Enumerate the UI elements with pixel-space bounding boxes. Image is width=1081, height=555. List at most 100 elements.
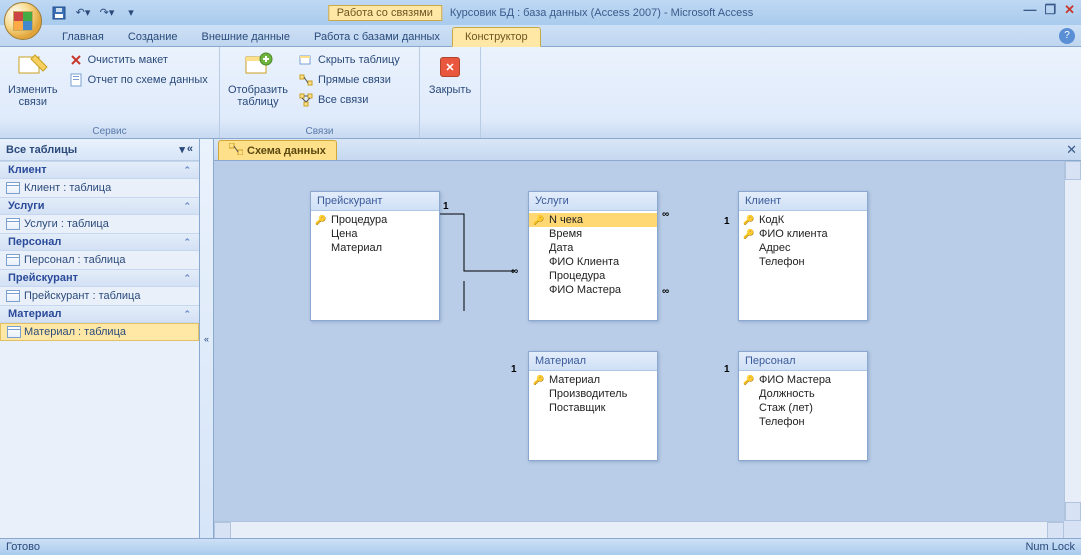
canvas-wrap: 1 ∞ ∞ 1 ∞ 1 1 Прейскурант🔑🔑ПроцедураЦена…: [214, 161, 1081, 538]
ribbon-group-tools: Изменить связи Очистить макет Отчет по с…: [0, 47, 220, 138]
table-field[interactable]: ФИО Клиента: [529, 255, 657, 269]
close-icon: ✕: [434, 51, 466, 83]
ribbon-group-rel-label: Связи: [224, 125, 415, 138]
horizontal-scrollbar[interactable]: [214, 521, 1064, 538]
help-button[interactable]: ?: [1059, 28, 1075, 44]
nav-group-header[interactable]: Персонал⌃: [0, 233, 199, 251]
key-icon: 🔑: [533, 375, 544, 386]
table-field[interactable]: Телефон: [739, 255, 867, 269]
scroll-corner: [1064, 521, 1081, 538]
nav-group-header[interactable]: Материал⌃: [0, 305, 199, 323]
minimize-button[interactable]: —: [1023, 2, 1036, 18]
table-header[interactable]: Клиент: [739, 192, 867, 211]
table-header[interactable]: Услуги: [529, 192, 657, 211]
vertical-scrollbar[interactable]: [1064, 161, 1081, 521]
maximize-button[interactable]: ❐: [1044, 2, 1056, 18]
quick-access-toolbar: ↶▾ ↷▾ ▾: [50, 4, 140, 22]
table-field[interactable]: Производитель: [529, 387, 657, 401]
table-field[interactable]: Поставщик: [529, 401, 657, 415]
qat-customize-icon[interactable]: ▾: [122, 4, 140, 22]
edit-relationships-label: Изменить связи: [8, 84, 58, 108]
nav-item[interactable]: Услуги : таблица: [0, 215, 199, 233]
table-field[interactable]: 🔑🔑ФИО Мастера: [739, 373, 867, 387]
edit-relationships-button[interactable]: Изменить связи: [4, 49, 62, 110]
table-field[interactable]: 🔑🔑Процедура: [311, 213, 439, 227]
table-icon: [7, 326, 21, 338]
status-right: Num Lock: [1025, 541, 1075, 553]
main-area: Все таблицы ▾« Клиент⌃Клиент : таблицаУс…: [0, 139, 1081, 538]
table-field[interactable]: Дата: [529, 241, 657, 255]
key-icon: 🔑: [315, 215, 326, 226]
key-icon: 🔑: [533, 215, 544, 226]
undo-icon[interactable]: ↶▾: [74, 4, 92, 22]
nav-dropdown-icon[interactable]: ▾: [179, 143, 185, 156]
table-field[interactable]: 🔑🔑ФИО клиента: [739, 227, 867, 241]
table-header[interactable]: Персонал: [739, 352, 867, 371]
office-button[interactable]: [4, 2, 42, 40]
show-table-label: Отобразить таблицу: [228, 84, 288, 108]
table-header[interactable]: Прейскурант: [311, 192, 439, 211]
nav-group-header[interactable]: Прейскурант⌃: [0, 269, 199, 287]
direct-relationships-button[interactable]: Прямые связи: [296, 71, 402, 89]
table-field[interactable]: Материал: [311, 241, 439, 255]
nav-item[interactable]: Клиент : таблица: [0, 179, 199, 197]
nav-item[interactable]: Персонал : таблица: [0, 251, 199, 269]
table-uslugi[interactable]: Услуги 🔑N чекаВремяДатаФИО КлиентаПроцеду…: [528, 191, 658, 321]
ribbon-group-relationships: Отобразить таблицу Скрыть таблицу Прямые…: [220, 47, 420, 138]
table-field[interactable]: 🔑🔑КодК: [739, 213, 867, 227]
nav-group-header[interactable]: Услуги⌃: [0, 197, 199, 215]
nav-item[interactable]: Прейскурант : таблица: [0, 287, 199, 305]
tab-create[interactable]: Создание: [116, 28, 190, 46]
table-field[interactable]: Телефон: [739, 415, 867, 429]
table-field[interactable]: 🔑🔑Материал: [529, 373, 657, 387]
table-icon: [6, 254, 20, 266]
table-field[interactable]: Адрес: [739, 241, 867, 255]
show-table-icon: [242, 51, 274, 83]
key-icon: 🔑: [743, 375, 754, 386]
table-field[interactable]: ФИО Мастера: [529, 283, 657, 297]
doc-tab-relationships[interactable]: Схема данных: [218, 140, 337, 160]
document-area: Схема данных ✕ 1 ∞ ∞ 1 ∞ 1 1 Прейскурант…: [214, 139, 1081, 538]
table-field[interactable]: Стаж (лет): [739, 401, 867, 415]
show-table-button[interactable]: Отобразить таблицу: [224, 49, 292, 110]
redo-icon[interactable]: ↷▾: [98, 4, 116, 22]
tab-design[interactable]: Конструктор: [452, 27, 541, 47]
chevron-up-icon: ⌃: [183, 309, 191, 320]
status-left: Готово: [6, 541, 40, 553]
tab-database-tools[interactable]: Работа с базами данных: [302, 28, 452, 46]
close-label: Закрыть: [429, 84, 471, 96]
relationships-canvas[interactable]: 1 ∞ ∞ 1 ∞ 1 1 Прейскурант🔑🔑ПроцедураЦена…: [214, 161, 1064, 521]
close-button[interactable]: ✕ Закрыть: [424, 49, 476, 98]
doc-close-button[interactable]: ✕: [1066, 142, 1077, 158]
nav-item[interactable]: Материал : таблица: [0, 323, 199, 341]
table-header[interactable]: Материал: [529, 352, 657, 371]
tab-external-data[interactable]: Внешние данные: [190, 28, 302, 46]
tab-home[interactable]: Главная: [50, 28, 116, 46]
title-bar: ↶▾ ↷▾ ▾ Работа со связями Курсовик БД : …: [0, 0, 1081, 25]
relationships-tab-icon: [229, 143, 243, 158]
report-icon: [68, 72, 84, 88]
table-preiskurant[interactable]: Прейскурант 🔑🔑ПроцедураЦенаМатериал: [310, 191, 440, 321]
chevron-up-icon: ⌃: [183, 165, 191, 176]
document-tabbar: Схема данных ✕: [214, 139, 1081, 161]
table-field[interactable]: Время: [529, 227, 657, 241]
edit-relationships-icon: [17, 51, 49, 83]
nav-group-header[interactable]: Клиент⌃: [0, 161, 199, 179]
window-close-button[interactable]: ✕: [1064, 2, 1075, 18]
nav-pane-header[interactable]: Все таблицы ▾«: [0, 139, 199, 161]
table-icon: [6, 182, 20, 194]
nav-collapse-icon[interactable]: «: [187, 143, 193, 156]
table-field[interactable]: Процедура: [529, 269, 657, 283]
save-icon[interactable]: [50, 4, 68, 22]
relationship-report-button[interactable]: Отчет по схеме данных: [66, 71, 210, 89]
hide-table-button[interactable]: Скрыть таблицу: [296, 51, 402, 69]
table-material[interactable]: Материал 🔑🔑МатериалПроизводительПоставщик: [528, 351, 658, 461]
table-field[interactable]: Должность: [739, 387, 867, 401]
table-personal[interactable]: Персонал 🔑🔑ФИО МастераДолжностьСтаж (лет)…: [738, 351, 868, 461]
shutter-bar[interactable]: «: [200, 139, 214, 538]
table-klient[interactable]: Клиент 🔑🔑КодК🔑🔑ФИО клиентаАдресТелефон: [738, 191, 868, 321]
all-relationships-button[interactable]: Все связи: [296, 91, 402, 109]
table-field[interactable]: Цена: [311, 227, 439, 241]
clear-layout-button[interactable]: Очистить макет: [66, 51, 210, 69]
table-field[interactable]: 🔑N чека: [529, 213, 657, 227]
